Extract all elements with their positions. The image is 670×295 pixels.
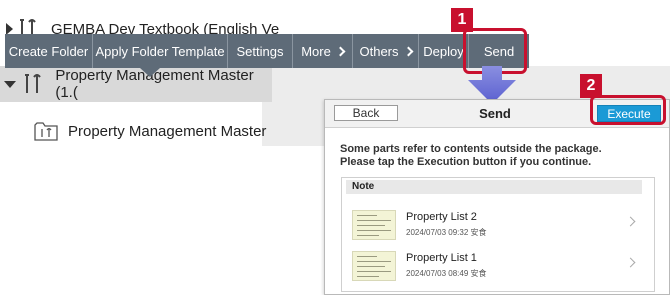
warning-message: Some parts refer to contents outside the… <box>340 143 602 168</box>
chevron-right-icon <box>335 46 346 57</box>
apply-folder-template-button[interactable]: Apply Folder Template <box>93 34 228 68</box>
tree-label: Property Management Master (1.( <box>55 67 254 101</box>
item-name: Property List 2 <box>406 211 477 223</box>
dialog-title: Send <box>479 106 511 121</box>
item-date: 2024/07/03 08:49 安食 <box>406 269 487 278</box>
more-button[interactable]: More <box>293 34 353 68</box>
note-header: Note <box>346 180 642 194</box>
chevron-right-icon <box>403 46 413 57</box>
item-name: Property List 1 <box>406 252 477 264</box>
toolbar-pointer <box>140 68 160 77</box>
list-item[interactable]: Property List 1 2024/07/03 08:49 安食 <box>352 249 642 287</box>
step-badge-2: 2 <box>580 74 602 98</box>
execute-highlight <box>590 95 666 125</box>
chevron-right-icon <box>625 257 636 268</box>
document-thumbnail-icon <box>352 251 396 281</box>
item-date: 2024/07/03 09:32 安食 <box>406 228 487 237</box>
note-panel: Note Property List 2 2024/07/03 09:32 安食… <box>341 177 655 292</box>
send-dialog: Back Send Execute Some parts refer to co… <box>324 99 670 295</box>
tree-label: Property Management Master <box>68 122 267 140</box>
tree-row-child[interactable]: Property Management Master <box>34 116 266 146</box>
folder-tools-icon <box>34 121 58 141</box>
tree-row-selected[interactable]: Property Management Master (1.( <box>0 66 272 102</box>
others-button[interactable]: Others <box>353 34 419 68</box>
deploy-button[interactable]: Deploy <box>419 34 469 68</box>
step-badge-1: 1 <box>451 8 473 32</box>
context-toolbar: Create Folder Apply Folder Template Sett… <box>5 34 529 68</box>
settings-button[interactable]: Settings <box>228 34 293 68</box>
document-thumbnail-icon <box>352 210 396 240</box>
collapse-caret-icon[interactable] <box>4 80 16 88</box>
tools-icon <box>24 73 41 95</box>
create-folder-button[interactable]: Create Folder <box>5 34 93 68</box>
chevron-right-icon <box>625 216 636 227</box>
back-button[interactable]: Back <box>334 105 398 121</box>
list-item[interactable]: Property List 2 2024/07/03 09:32 安食 <box>352 208 642 246</box>
